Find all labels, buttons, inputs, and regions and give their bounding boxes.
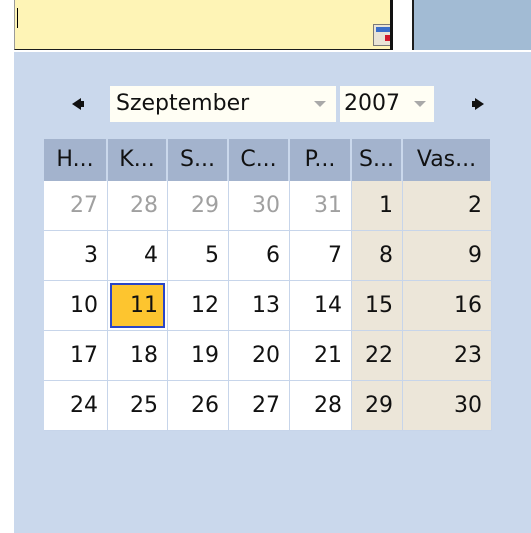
text-caret	[17, 8, 18, 28]
day-cell[interactable]: 19	[168, 331, 229, 381]
date-input-field[interactable]	[14, 0, 397, 50]
day-cell[interactable]: 31	[290, 181, 352, 231]
chevron-down-icon	[314, 101, 326, 107]
day-cell[interactable]: 22	[352, 331, 403, 381]
weekday-header: P...	[290, 139, 352, 181]
day-cell[interactable]: 10	[44, 281, 108, 331]
day-cell[interactable]: 7	[290, 231, 352, 281]
day-cell[interactable]: 28	[108, 181, 168, 231]
month-value: Szeptember	[116, 91, 250, 116]
chevron-down-icon	[414, 101, 426, 107]
week-row: 10 11 12 13 14 15 16	[44, 281, 492, 331]
week-row: 17 18 19 20 21 22 23	[44, 331, 492, 381]
month-select[interactable]: Szeptember	[110, 86, 336, 122]
day-cell[interactable]: 13	[229, 281, 290, 331]
previous-month-icon[interactable]	[70, 98, 84, 110]
day-cell[interactable]: 1	[352, 181, 403, 231]
day-cell[interactable]: 23	[403, 331, 492, 381]
day-cell[interactable]: 8	[352, 231, 403, 281]
day-cell[interactable]: 5	[168, 231, 229, 281]
day-cell[interactable]: 15	[352, 281, 403, 331]
selected-day-label: 11	[130, 293, 158, 318]
day-cell[interactable]: 30	[403, 381, 492, 431]
week-row: 3 4 5 6 7 8 9	[44, 231, 492, 281]
weekday-header: S...	[352, 139, 403, 181]
day-cell[interactable]: 17	[44, 331, 108, 381]
week-row: 24 25 26 27 28 29 30	[44, 381, 492, 431]
day-cell[interactable]: 26	[168, 381, 229, 431]
day-cell[interactable]: 16	[403, 281, 492, 331]
adjacent-panel	[412, 0, 531, 50]
day-cell[interactable]: 20	[229, 331, 290, 381]
selected-day-cell[interactable]: 11	[108, 281, 168, 331]
weekday-header-row: H... K... S... C... P... S... Vas...	[44, 139, 492, 181]
day-cell[interactable]: 2	[403, 181, 492, 231]
calendar-navigation: Szeptember 2007	[14, 84, 531, 124]
day-cell[interactable]: 24	[44, 381, 108, 431]
day-cell[interactable]: 30	[229, 181, 290, 231]
day-cell[interactable]: 27	[44, 181, 108, 231]
year-select[interactable]: 2007	[340, 86, 434, 122]
day-cell[interactable]: 25	[108, 381, 168, 431]
day-cell[interactable]: 27	[229, 381, 290, 431]
day-cell[interactable]: 28	[290, 381, 352, 431]
next-month-icon[interactable]	[472, 98, 486, 110]
day-cell[interactable]: 29	[168, 181, 229, 231]
day-cell[interactable]: 29	[352, 381, 403, 431]
weekday-header: S...	[168, 139, 229, 181]
weekday-header: Vas...	[403, 139, 492, 181]
calendar-popup: Szeptember 2007 H... K... S... C... P...…	[14, 52, 531, 533]
week-row: 27 28 29 30 31 1 2	[44, 181, 492, 231]
day-cell[interactable]: 6	[229, 231, 290, 281]
day-cell[interactable]: 12	[168, 281, 229, 331]
day-cell[interactable]: 18	[108, 331, 168, 381]
weekday-header: C...	[229, 139, 290, 181]
day-cell[interactable]: 21	[290, 331, 352, 381]
day-cell[interactable]: 14	[290, 281, 352, 331]
calendar-grid: H... K... S... C... P... S... Vas... 27 …	[44, 139, 492, 431]
day-cell[interactable]: 9	[403, 231, 492, 281]
year-value: 2007	[344, 91, 400, 116]
weekday-header: K...	[108, 139, 168, 181]
divider	[390, 0, 402, 50]
weekday-header: H...	[44, 139, 108, 181]
day-cell[interactable]: 3	[44, 231, 108, 281]
day-cell[interactable]: 4	[108, 231, 168, 281]
